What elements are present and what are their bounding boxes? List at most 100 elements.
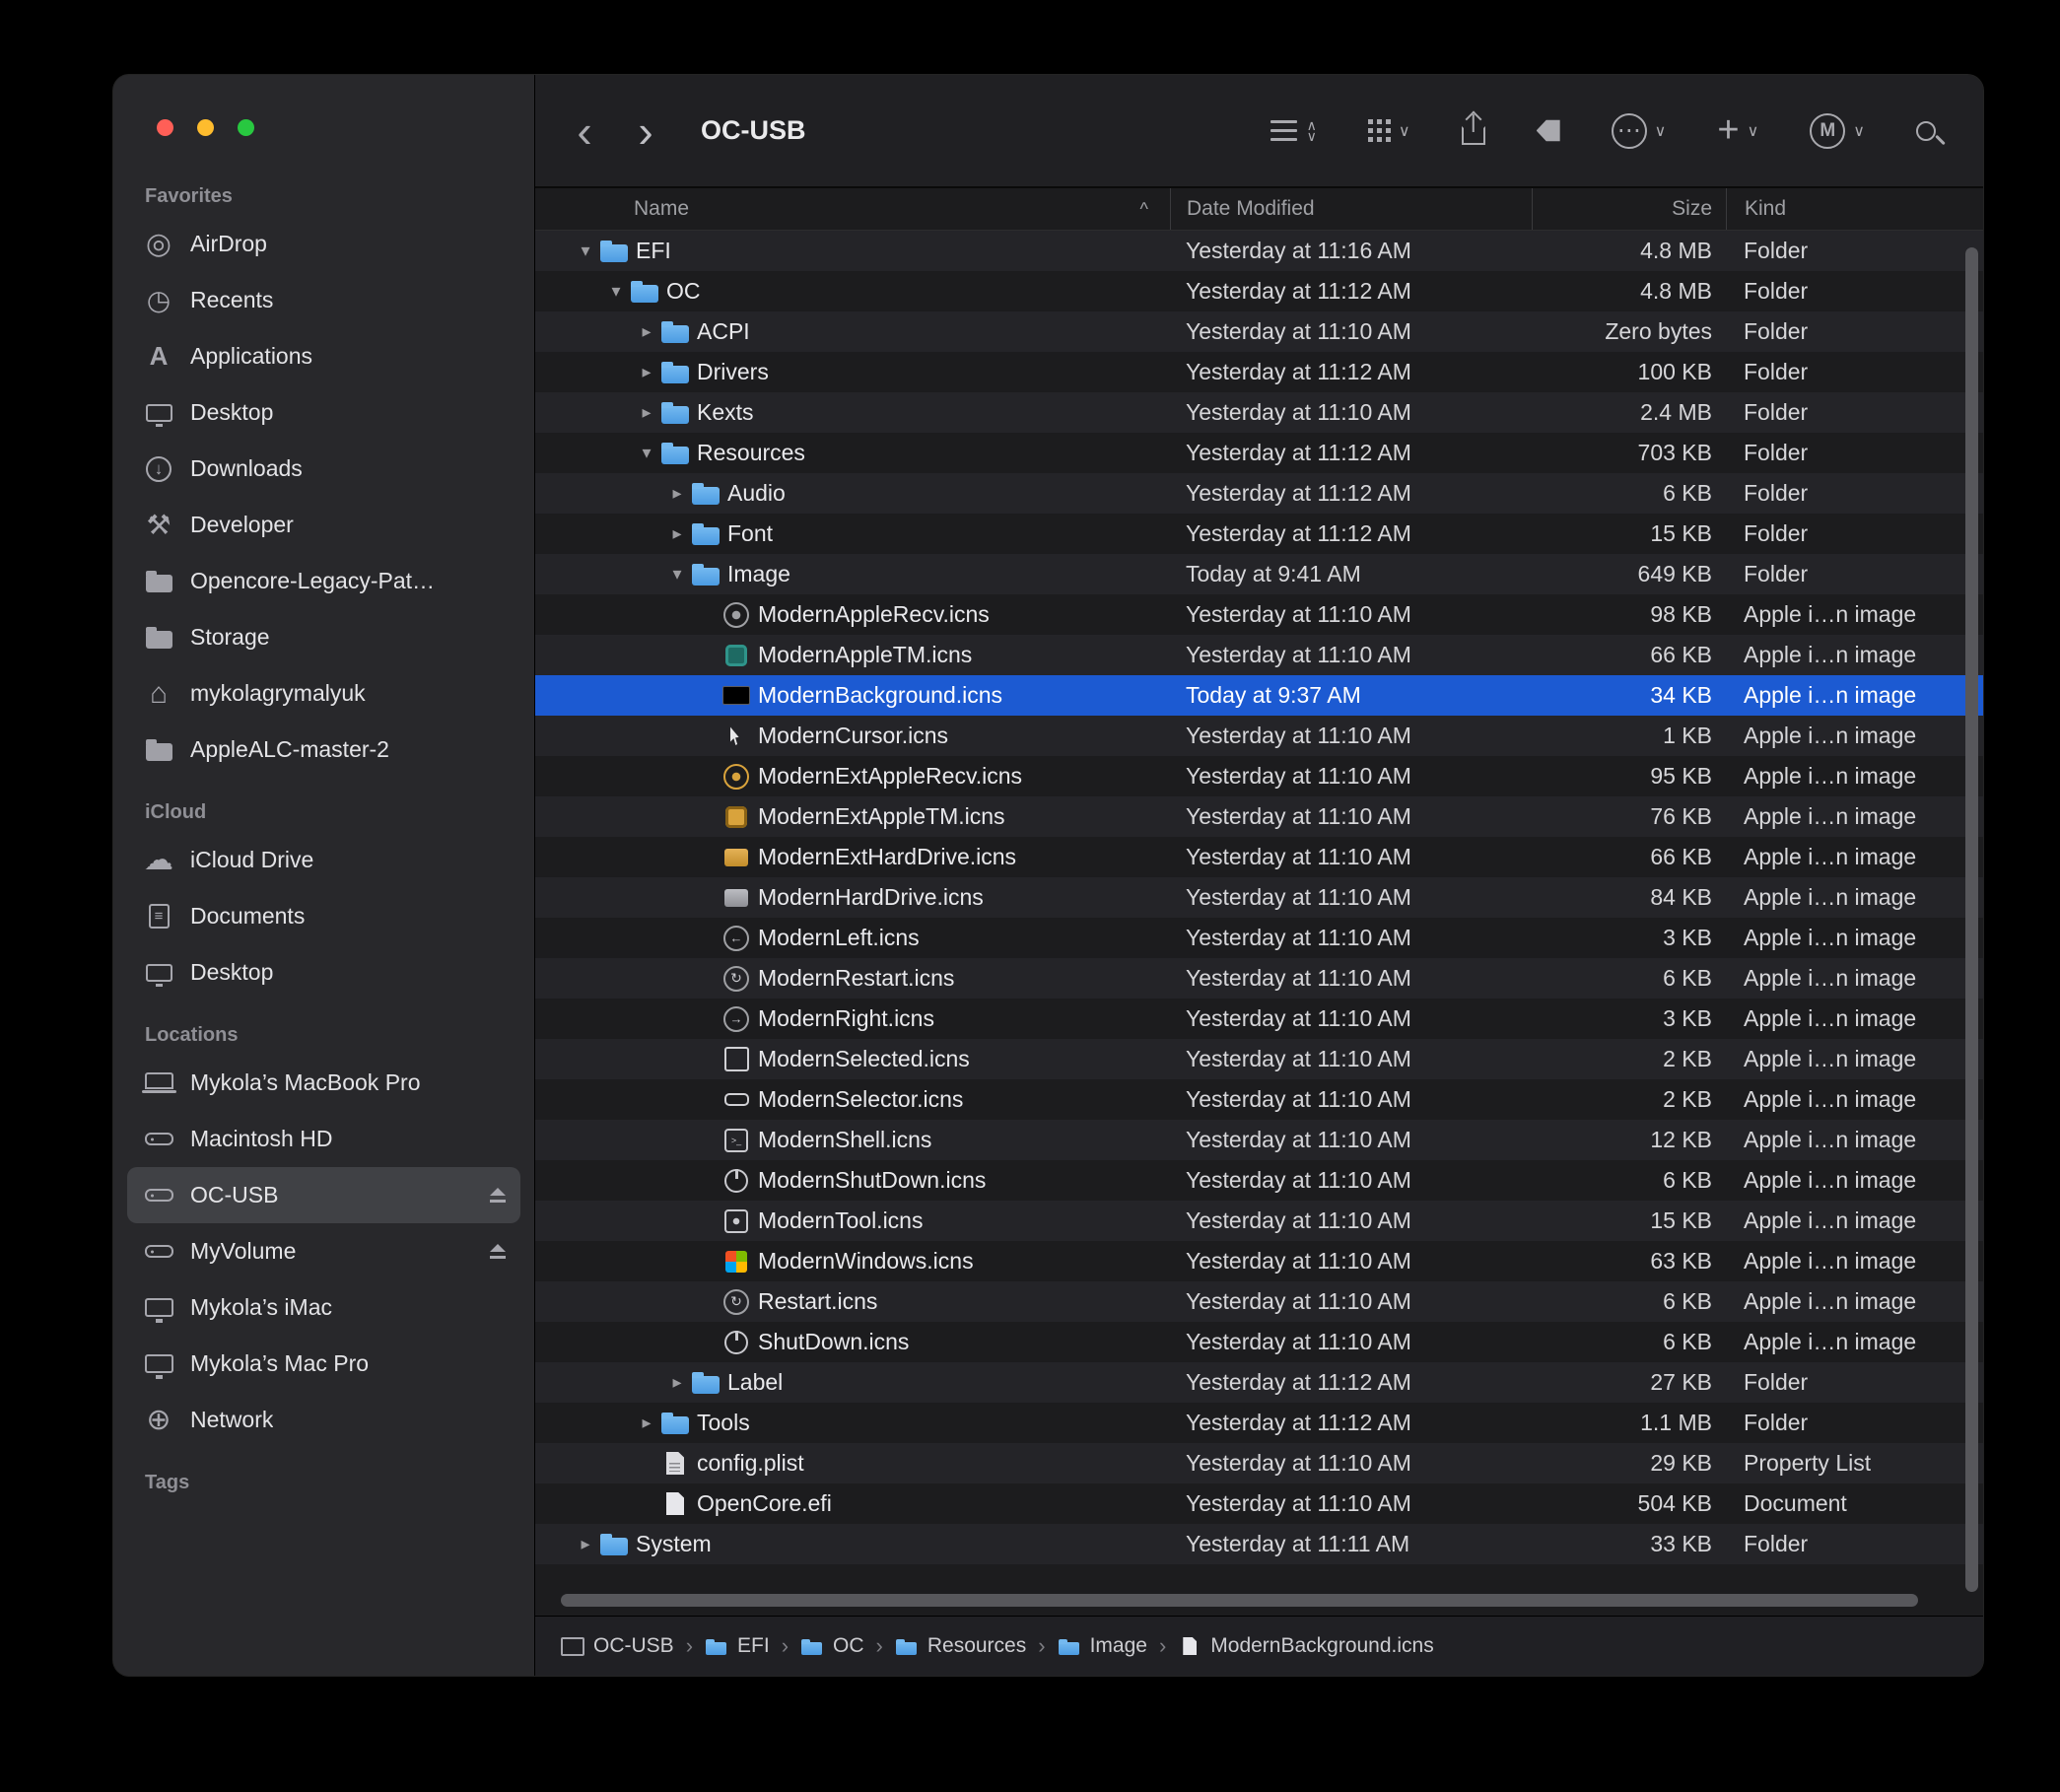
sidebar-item-developer[interactable]: Developer <box>127 497 520 553</box>
sidebar-item-desktop[interactable]: Desktop <box>127 944 520 1000</box>
table-row[interactable]: ▾ Resources Yesterday at 11:12 AM 703 KB… <box>535 433 1983 473</box>
table-row[interactable]: ModernRestart.icns Yesterday at 11:10 AM… <box>535 958 1983 999</box>
table-row[interactable]: ▸ System Yesterday at 11:11 AM 33 KB Fol… <box>535 1524 1983 1564</box>
table-row[interactable]: ModernSelector.icns Yesterday at 11:10 A… <box>535 1079 1983 1120</box>
group-button[interactable] <box>1368 119 1410 142</box>
table-row[interactable]: ModernHardDrive.icns Yesterday at 11:10 … <box>535 877 1983 918</box>
vertical-scrollbar[interactable] <box>1965 247 1978 1592</box>
disclosure-triangle-icon[interactable]: ▸ <box>662 523 692 544</box>
file-size-value: 34 KB <box>1532 682 1726 709</box>
table-row[interactable]: ▸ Audio Yesterday at 11:12 AM 6 KB Folde… <box>535 473 1983 514</box>
account-button[interactable]: M <box>1810 113 1865 149</box>
table-row[interactable]: ModernBackground.icns Today at 9:37 AM 3… <box>535 675 1983 716</box>
table-row[interactable]: OpenCore.efi Yesterday at 11:10 AM 504 K… <box>535 1483 1983 1524</box>
table-row[interactable]: ▾ EFI Yesterday at 11:16 AM 4.8 MB Folde… <box>535 231 1983 271</box>
table-row[interactable]: ▸ Tools Yesterday at 11:12 AM 1.1 MB Fol… <box>535 1403 1983 1443</box>
disclosure-triangle-icon[interactable]: ▸ <box>571 1534 600 1554</box>
table-row[interactable]: ModernTool.icns Yesterday at 11:10 AM 15… <box>535 1201 1983 1241</box>
sidebar-item-mykola-s-macbook-pro[interactable]: Mykola’s MacBook Pro <box>127 1055 520 1111</box>
sidebar-item-mykola-s-imac[interactable]: Mykola’s iMac <box>127 1279 520 1336</box>
path-item-label: Image <box>1090 1634 1147 1658</box>
sidebar-item-mykolagrymalyuk[interactable]: mykolagrymalyuk <box>127 665 520 722</box>
name-cell: ModernAppleTM.icns <box>535 635 1170 675</box>
sidebar-item-downloads[interactable]: Downloads <box>127 441 520 497</box>
sidebar-item-desktop[interactable]: Desktop <box>127 384 520 441</box>
zoom-button[interactable] <box>238 119 254 136</box>
disclosure-triangle-icon[interactable]: ▾ <box>662 564 692 585</box>
table-row[interactable]: config.plist Yesterday at 11:10 AM 29 KB… <box>535 1443 1983 1483</box>
sidebar-item-documents[interactable]: Documents <box>127 888 520 944</box>
name-cell: ▾ Resources <box>535 433 1170 473</box>
forward-button[interactable] <box>626 111 665 151</box>
back-button[interactable] <box>565 111 604 151</box>
path-item-resources[interactable]: Resources <box>895 1634 1026 1658</box>
disclosure-triangle-icon[interactable]: ▸ <box>632 402 661 423</box>
sidebar-item-myvolume[interactable]: MyVolume <box>127 1223 520 1279</box>
date-modified-value: Yesterday at 11:10 AM <box>1170 763 1532 790</box>
eject-icon[interactable] <box>487 1243 509 1261</box>
disclosure-triangle-icon[interactable]: ▸ <box>632 321 661 342</box>
more-actions-button[interactable] <box>1612 113 1667 149</box>
path-item-oc[interactable]: OC <box>800 1634 864 1658</box>
table-row[interactable]: ModernRight.icns Yesterday at 11:10 AM 3… <box>535 999 1983 1039</box>
sidebar-item-label: Opencore-Legacy-Pat… <box>190 568 435 594</box>
table-row[interactable]: ModernCursor.icns Yesterday at 11:10 AM … <box>535 716 1983 756</box>
table-row[interactable]: ModernExtAppleRecv.icns Yesterday at 11:… <box>535 756 1983 796</box>
path-item-oc-usb[interactable]: OC-USB <box>561 1634 674 1658</box>
search-button[interactable] <box>1916 121 1944 141</box>
table-row[interactable]: ModernSelected.icns Yesterday at 11:10 A… <box>535 1039 1983 1079</box>
disclosure-triangle-icon[interactable]: ▸ <box>662 483 692 504</box>
path-item-efi[interactable]: EFI <box>705 1634 770 1658</box>
table-row[interactable]: ModernShell.icns Yesterday at 11:10 AM 1… <box>535 1120 1983 1160</box>
disclosure-triangle-icon[interactable]: ▾ <box>632 443 661 463</box>
share-button[interactable] <box>1462 116 1485 145</box>
sidebar-item-oc-usb[interactable]: OC-USB <box>127 1167 520 1223</box>
view-switcher-button[interactable] <box>1270 120 1317 142</box>
table-row[interactable]: ModernShutDown.icns Yesterday at 11:10 A… <box>535 1160 1983 1201</box>
sidebar-item-applications[interactable]: Applications <box>127 328 520 384</box>
table-row[interactable]: ModernAppleTM.icns Yesterday at 11:10 AM… <box>535 635 1983 675</box>
table-row[interactable]: ModernWindows.icns Yesterday at 11:10 AM… <box>535 1241 1983 1281</box>
table-row[interactable]: ▾ Image Today at 9:41 AM 649 KB Folder <box>535 554 1983 594</box>
minimize-button[interactable] <box>197 119 214 136</box>
sidebar-item-macintosh-hd[interactable]: Macintosh HD <box>127 1111 520 1167</box>
eject-icon[interactable] <box>487 1187 509 1205</box>
column-header-date-modified[interactable]: Date Modified <box>1170 188 1532 230</box>
sidebar-item-mykola-s-mac-pro[interactable]: Mykola’s Mac Pro <box>127 1336 520 1392</box>
sidebar-item-applealc-master-2[interactable]: AppleALC-master-2 <box>127 722 520 778</box>
table-row[interactable]: ▸ Font Yesterday at 11:12 AM 15 KB Folde… <box>535 514 1983 554</box>
path-item-modernbackground-icns[interactable]: ModernBackground.icns <box>1178 1634 1433 1658</box>
tags-button[interactable] <box>1537 119 1560 142</box>
table-row[interactable]: ▸ Kexts Yesterday at 11:10 AM 2.4 MB Fol… <box>535 392 1983 433</box>
table-row[interactable]: ▸ Drivers Yesterday at 11:12 AM 100 KB F… <box>535 352 1983 392</box>
column-header-kind[interactable]: Kind <box>1726 188 1983 230</box>
disclosure-triangle-icon[interactable]: ▸ <box>632 362 661 382</box>
sidebar-item-network[interactable]: Network <box>127 1392 520 1448</box>
table-row[interactable]: ▾ OC Yesterday at 11:12 AM 4.8 MB Folder <box>535 271 1983 311</box>
file-name: ModernBackground.icns <box>758 682 1002 709</box>
table-row[interactable]: ▸ ACPI Yesterday at 11:10 AM Zero bytes … <box>535 311 1983 352</box>
table-row[interactable]: ModernExtHardDrive.icns Yesterday at 11:… <box>535 837 1983 877</box>
sidebar-item-airdrop[interactable]: AirDrop <box>127 216 520 272</box>
horizontal-scrollbar[interactable] <box>561 1594 1918 1607</box>
table-row[interactable]: ModernExtAppleTM.icns Yesterday at 11:10… <box>535 796 1983 837</box>
table-row[interactable]: ▸ Label Yesterday at 11:12 AM 27 KB Fold… <box>535 1362 1983 1403</box>
table-row[interactable]: Restart.icns Yesterday at 11:10 AM 6 KB … <box>535 1281 1983 1322</box>
disclosure-triangle-icon[interactable]: ▸ <box>662 1372 692 1393</box>
sidebar-item-storage[interactable]: Storage <box>127 609 520 665</box>
file-name: ModernExtHardDrive.icns <box>758 844 1016 870</box>
table-row[interactable]: ShutDown.icns Yesterday at 11:10 AM 6 KB… <box>535 1322 1983 1362</box>
sidebar-item-recents[interactable]: Recents <box>127 272 520 328</box>
disclosure-triangle-icon[interactable]: ▾ <box>571 241 600 261</box>
close-button[interactable] <box>157 119 173 136</box>
sidebar-item-opencore-legacy-pat-[interactable]: Opencore-Legacy-Pat… <box>127 553 520 609</box>
sidebar-item-icloud-drive[interactable]: iCloud Drive <box>127 832 520 888</box>
table-row[interactable]: ModernLeft.icns Yesterday at 11:10 AM 3 … <box>535 918 1983 958</box>
path-item-image[interactable]: Image <box>1058 1634 1147 1658</box>
add-button[interactable] <box>1717 115 1758 147</box>
disclosure-triangle-icon[interactable]: ▾ <box>601 281 631 302</box>
table-row[interactable]: ModernAppleRecv.icns Yesterday at 11:10 … <box>535 594 1983 635</box>
column-header-size[interactable]: Size <box>1532 188 1726 230</box>
column-header-name[interactable]: Name ^ <box>535 188 1170 230</box>
disclosure-triangle-icon[interactable]: ▸ <box>632 1413 661 1433</box>
